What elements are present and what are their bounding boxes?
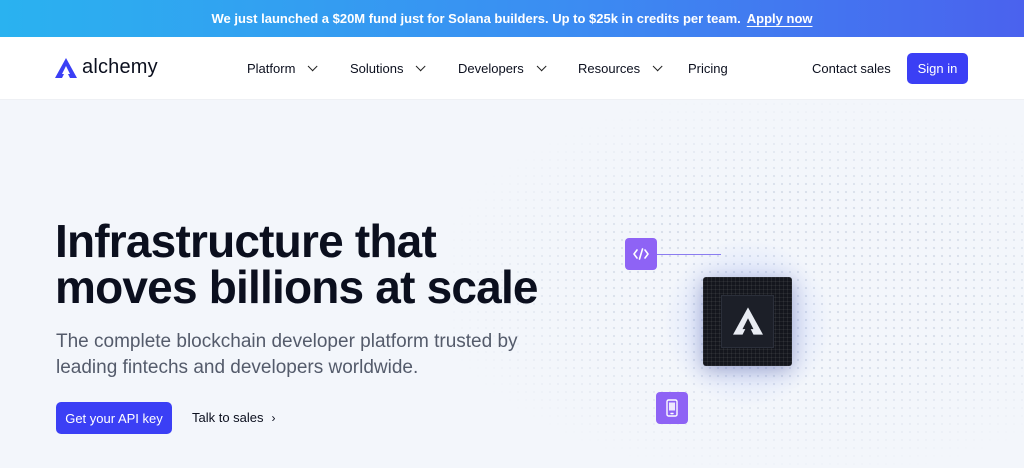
hero-section: Infrastructure that moves billions at sc…	[0, 100, 1024, 468]
nav-item-label: Platform	[247, 61, 296, 76]
talk-to-sales-label: Talk to sales	[192, 410, 264, 425]
chevron-down-icon	[308, 61, 318, 72]
banner-text: We just launched a $20M fund just for So…	[211, 11, 741, 26]
nav-item-developers[interactable]: Developers	[458, 61, 547, 76]
nav-item-platform[interactable]: Platform	[247, 61, 318, 76]
subtitle-line: The complete blockchain developer platfo…	[56, 331, 518, 352]
headline-line: moves billions at scale	[55, 261, 539, 313]
code-icon	[625, 238, 657, 270]
nav-item-label: Resources	[578, 61, 641, 76]
sign-in-button[interactable]: Sign in	[907, 53, 968, 84]
contact-sales-link[interactable]: Contact sales	[812, 61, 891, 76]
logo-wordmark: alchemy	[82, 56, 158, 78]
nav-item-pricing[interactable]: Pricing	[688, 61, 728, 76]
chip-graphic	[703, 277, 792, 366]
apply-now-link[interactable]: Apply now	[747, 11, 813, 26]
chevron-down-icon	[416, 61, 427, 72]
get-api-key-button[interactable]: Get your API key	[56, 402, 172, 434]
alchemy-logo-icon	[55, 57, 77, 78]
chevron-right-icon: ›	[271, 410, 276, 425]
top-navigation: alchemy Platform Solutions Developers Re…	[0, 37, 1024, 100]
nav-item-label: Solutions	[350, 61, 404, 76]
nav-item-label: Developers	[458, 61, 524, 76]
nav-item-label: Pricing	[688, 61, 728, 76]
alchemy-logo-icon	[733, 307, 763, 335]
nav-item-solutions[interactable]: Solutions	[350, 61, 427, 76]
nav-item-resources[interactable]: Resources	[578, 61, 663, 76]
headline-line: Infrastructure that	[55, 215, 437, 267]
alchemy-logo[interactable]: alchemy	[55, 56, 158, 79]
hero-headline: Infrastructure that moves billions at sc…	[55, 215, 539, 313]
chevron-down-icon	[536, 61, 547, 72]
subtitle-line: leading fintechs and developers worldwid…	[56, 357, 419, 378]
chevron-down-icon	[652, 61, 663, 72]
announcement-banner: We just launched a $20M fund just for So…	[0, 0, 1024, 37]
mobile-phone-icon	[656, 392, 688, 424]
talk-to-sales-link[interactable]: Talk to sales ›	[192, 410, 276, 425]
hero-subtitle: The complete blockchain developer platfo…	[56, 329, 526, 381]
